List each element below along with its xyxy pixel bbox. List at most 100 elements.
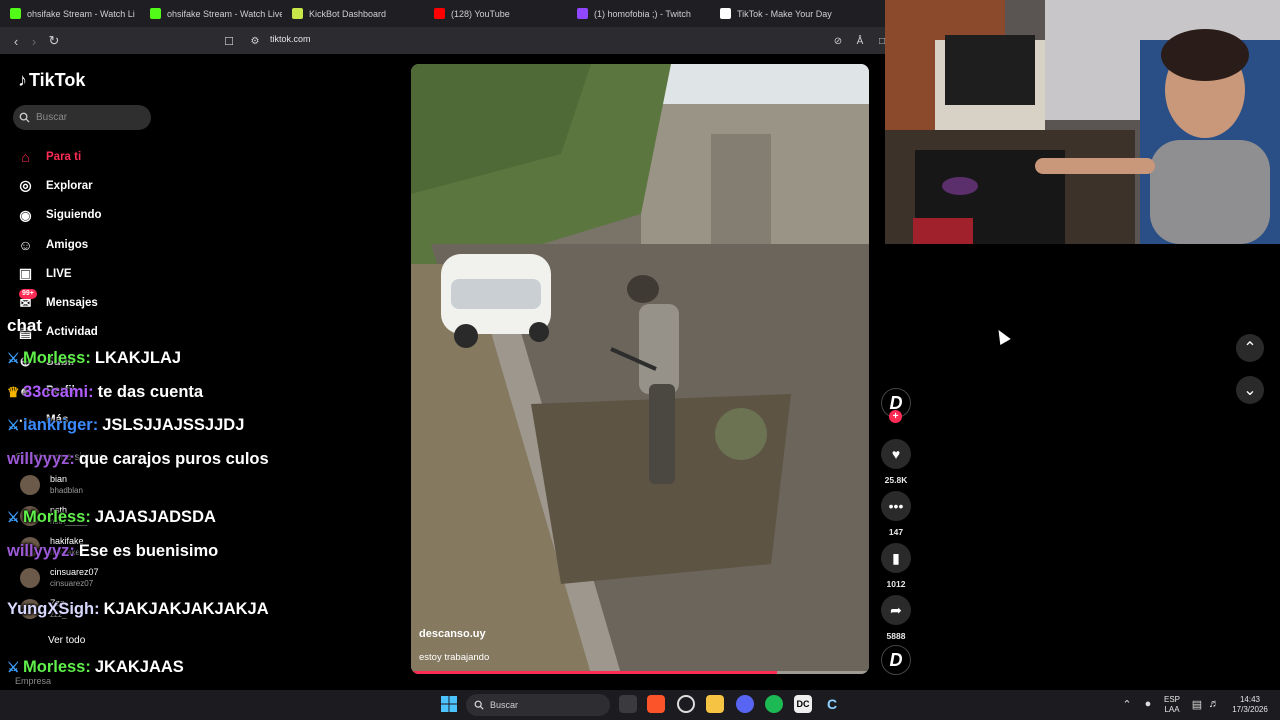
bookmark-icon: ▮	[881, 543, 911, 573]
search-placeholder: Buscar	[36, 112, 68, 123]
followed-account[interactable]: hakifake hakifake	[20, 536, 84, 558]
bookmark-icon[interactable]: ☐	[219, 31, 239, 51]
obs-dc-icon[interactable]: DC	[794, 695, 812, 713]
site-info-icon[interactable]: ⚙	[245, 31, 265, 51]
back-icon[interactable]: ‹	[6, 31, 26, 51]
compass-icon: ◎	[19, 177, 32, 194]
account-name: Zzz	[50, 598, 65, 608]
sidebar-item-label: Actividad	[46, 326, 98, 339]
windows-start-icon[interactable]	[440, 695, 458, 713]
sidebar-item-friends[interactable]: ☺ Amigos	[17, 230, 102, 259]
tray-chevron-icon[interactable]: ⌃	[1118, 695, 1136, 713]
microphone-icon[interactable]: ●	[1139, 695, 1157, 713]
sidebar-item-compass[interactable]: ◎ Explorar	[17, 171, 102, 200]
tiktok-note-icon: ♪	[18, 70, 27, 90]
followed-account[interactable]: bian bhadblan	[20, 474, 83, 496]
account-handle: nsth_____	[50, 517, 88, 526]
following-title: Cuentas que sigues	[15, 452, 104, 463]
browser-tab[interactable]: (1) homofobia ;) - Twitch	[567, 0, 710, 27]
sidebar-item-label: Mensajes	[46, 297, 98, 310]
sidebar-item-home[interactable]: ⌂ Para ti	[17, 142, 102, 171]
chevron-down-icon: ⌄	[1243, 382, 1257, 399]
file-explorer-icon[interactable]	[706, 695, 724, 713]
avatar	[20, 506, 40, 526]
account-name: cinsuarez07	[50, 567, 99, 577]
video-progress-fill	[411, 671, 778, 674]
webcam-overlay	[885, 0, 1280, 244]
search-input[interactable]: Buscar	[13, 105, 151, 130]
translate-icon[interactable]: Å	[850, 31, 870, 51]
browser-tab[interactable]: (128) YouTube	[424, 0, 567, 27]
cast-off-icon[interactable]: ⊘	[828, 31, 848, 51]
account-names: cinsuarez07 cinsuarez07	[50, 567, 99, 589]
discord-icon[interactable]	[736, 695, 754, 713]
c-app-icon[interactable]: C	[823, 695, 841, 713]
like-button[interactable]: ♥ 25.8K	[880, 439, 912, 485]
account-names: Zzz zzz_	[50, 598, 66, 620]
spotify-icon[interactable]	[765, 695, 783, 713]
next-video-button[interactable]: ⌄	[1236, 376, 1264, 404]
browser-tab[interactable]: KickBot Dashboard	[282, 0, 424, 27]
creator-avatar[interactable]: D +	[880, 388, 912, 423]
sidebar-item-live[interactable]: ▣ LIVE	[17, 259, 102, 288]
browser-tab[interactable]: TikTok - Make Your Day	[710, 0, 850, 27]
tab-title: ohsifake Stream - Watch Li	[27, 8, 135, 19]
sidebar-item-messages[interactable]: ✉ 99+ Mensajes	[17, 288, 102, 317]
followed-account[interactable]: Zzz zzz_	[20, 598, 66, 620]
activity-icon: ▤	[18, 323, 33, 340]
task-view-icon[interactable]	[619, 695, 637, 713]
sidebar-item-label: Más	[46, 414, 69, 427]
comment-icon: •••	[881, 491, 911, 521]
video-caption: estoy trabajando	[419, 652, 490, 663]
follow-plus-icon[interactable]: +	[889, 410, 902, 423]
previous-video-button[interactable]: ⌃	[1236, 334, 1264, 362]
url-field[interactable]: tiktok.com	[270, 34, 311, 44]
tiktok-logo[interactable]: ♪ TikTok	[18, 70, 85, 91]
reload-icon[interactable]: ↻	[44, 31, 64, 51]
sidebar-item-following[interactable]: ◉ Siguiendo	[17, 201, 101, 230]
video-player[interactable]: descanso.uy estoy trabajando	[411, 64, 869, 674]
account-name: nsth	[50, 505, 68, 515]
share-count: 5888	[886, 631, 906, 641]
share-button[interactable]: ➦ 5888	[880, 595, 912, 641]
browser-tab[interactable]: ohsifake Stream - Watch Li	[0, 0, 140, 27]
messages-icon: ✉ 99+	[17, 288, 37, 312]
sound-disc[interactable]: D	[880, 645, 912, 675]
volume-icon[interactable]: ♬	[1205, 695, 1223, 713]
avatar	[20, 537, 40, 557]
see-all-link[interactable]: Ver todo	[48, 635, 85, 646]
sidebar-item-more[interactable]: ⋯ Más	[17, 406, 102, 435]
twitch-icon	[577, 8, 588, 19]
clock[interactable]: 14:43 17/3/2026	[1222, 695, 1278, 715]
video-progress-bar[interactable]	[411, 671, 869, 674]
tab-title: ohsifake Stream - Watch Live o	[167, 8, 282, 19]
tab-title: (1) homofobia ;) - Twitch	[594, 8, 691, 19]
taskbar-search[interactable]: Buscar	[466, 694, 610, 716]
video-author[interactable]: descanso.uy	[419, 628, 486, 640]
chatgpt-icon[interactable]	[677, 695, 695, 713]
sidebar-item-upload[interactable]: ⊕ Subir	[17, 347, 102, 376]
sidebar-nav: ⌂ Para ti ◎ Explorar ◉ Siguiendo ☺ Amigos ▣ LIVE ✉…	[17, 142, 102, 435]
logo-text: TikTok	[29, 70, 86, 90]
network-icon[interactable]: ▤	[1188, 695, 1206, 713]
clock-date: 17/3/2026	[1232, 705, 1268, 714]
forward-icon[interactable]: ›	[24, 31, 44, 51]
followed-account[interactable]: cinsuarez07 cinsuarez07	[20, 567, 99, 589]
comment-count: 147	[888, 527, 904, 537]
footer-company-link[interactable]: Empresa	[15, 676, 51, 686]
tab-title: KickBot Dashboard	[309, 8, 387, 19]
live-icon: ▣	[18, 265, 33, 282]
share-icon: ➦	[881, 595, 911, 625]
search-icon	[474, 700, 484, 710]
followed-account[interactable]: nsth nsth_____	[20, 505, 87, 527]
sidebar-item-profile[interactable]: ☻ Perfil	[17, 376, 102, 405]
browser-tab[interactable]: ohsifake Stream - Watch Live o	[140, 0, 282, 27]
taskbar-search-label: Buscar	[490, 700, 519, 710]
save-button[interactable]: ▮ 1012	[880, 543, 912, 589]
comment-button[interactable]: ••• 147	[880, 491, 912, 537]
chevron-up-icon: ⌃	[1243, 340, 1257, 357]
sidebar-item-activity[interactable]: ▤ Actividad	[17, 318, 102, 347]
avatar	[20, 568, 40, 588]
brave-browser-icon[interactable]	[647, 695, 665, 713]
language-indicator[interactable]: ESP LAA	[1164, 695, 1180, 715]
